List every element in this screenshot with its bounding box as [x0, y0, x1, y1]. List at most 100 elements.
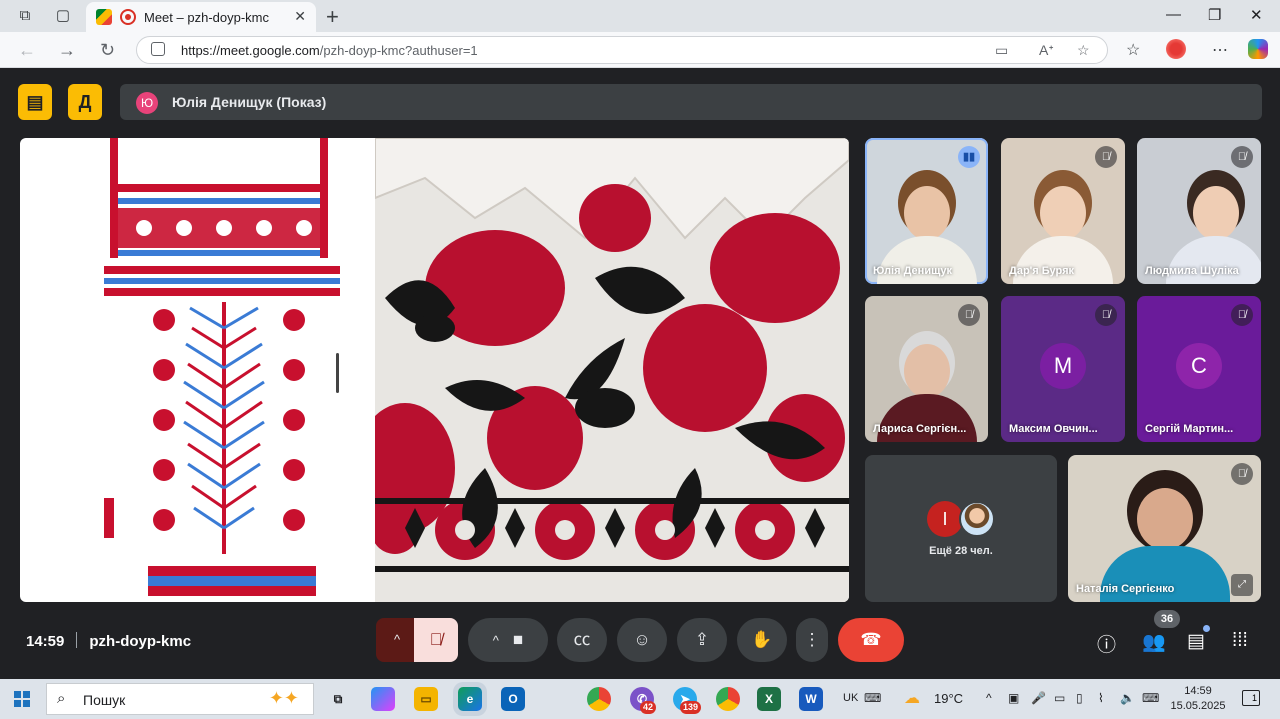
mic-off-icon: 🎙̸ [1095, 146, 1117, 168]
speaking-indicator-icon: ▮▮ [958, 146, 980, 168]
close-window-icon[interactable]: ✕ [1250, 6, 1263, 24]
mic-off-icon: 🎙̸ [1231, 304, 1253, 326]
hand-icon: ✋ [751, 630, 773, 649]
tab-title: Meet – pzh-doyp-kmc [144, 10, 269, 25]
keyboard-layout-icon[interactable]: ⌨ [1142, 691, 1159, 705]
raise-hand-button[interactable]: ✋ [737, 618, 787, 662]
participant-avatar: І [927, 501, 963, 537]
chat-icon[interactable]: ▤ [1187, 630, 1205, 653]
url-text: https://meet.google.com/pzh-doyp-kmc?aut… [181, 43, 478, 58]
more-options-button[interactable]: ⋮ [796, 618, 828, 662]
browser-tab-meet[interactable]: Meet – pzh-doyp-kmc ✕ [86, 2, 316, 32]
participant-tile[interactable]: 🎙̸ Лариса Сергієн... [865, 296, 988, 442]
language-indicator[interactable]: UK [843, 692, 858, 704]
participant-name: Максим Овчин... [1009, 423, 1098, 435]
more-participants-tile[interactable]: І Ещё 28 чел. [865, 455, 1057, 602]
system-clock[interactable]: 14:59 15.05.2025 [1170, 684, 1226, 714]
camera-button[interactable]: ^ ■ [468, 618, 548, 662]
people-icon[interactable]: 👥 [1142, 630, 1166, 654]
weather-icon[interactable]: ☁ [904, 688, 920, 708]
copilot-app-icon[interactable] [371, 687, 395, 711]
chrome-profile-icon[interactable] [716, 687, 740, 711]
leave-call-button[interactable]: ☎ [838, 618, 904, 662]
new-tab-icon[interactable]: + [326, 4, 339, 30]
workspaces-icon[interactable]: ⧉ [16, 7, 34, 25]
back-icon[interactable]: ← [18, 40, 36, 61]
scroll-indicator[interactable] [336, 353, 339, 393]
favorites-icon[interactable]: ☆ [1126, 40, 1140, 60]
keyboard-icon[interactable]: ⌨ [864, 691, 881, 705]
captions-button[interactable]: ㏄ [557, 618, 607, 662]
shared-screen [20, 138, 849, 602]
copilot-icon[interactable] [1248, 39, 1268, 59]
volume-icon[interactable]: 🔈 [1120, 691, 1135, 705]
word-icon[interactable]: W [799, 687, 823, 711]
read-aloud-icon[interactable]: Aᐩ [1039, 42, 1054, 59]
embroidery-pattern-image [104, 138, 340, 596]
close-tab-icon[interactable]: ✕ [294, 8, 306, 25]
meet-window: ▤ Д Ю Юлія Денищук (Показ) ▮▮ Юлія Денищ… [0, 69, 1280, 679]
notifications-icon[interactable]: 1 [1242, 690, 1260, 706]
recording-icon [120, 9, 136, 25]
activities-icon[interactable]: ⁞⁞⁞ [1232, 630, 1248, 652]
browser-tab-bar: ⧉ ▢ Meet – pzh-doyp-kmc ✕ + — ❐ ✕ [0, 0, 1280, 32]
search-highlight-icon: ✦✦ [268, 688, 299, 708]
file-explorer-icon[interactable]: ▭ [414, 687, 438, 711]
mic-off-icon: 🎙̸ [958, 304, 980, 326]
minimize-icon[interactable]: — [1166, 6, 1181, 23]
participant-name: Наталія Сергієнко [1076, 583, 1175, 595]
temperature[interactable]: 19°C [934, 691, 963, 706]
layout-icon[interactable]: Д [68, 84, 102, 120]
maximize-icon[interactable]: ❐ [1208, 6, 1221, 24]
tab-actions-icon[interactable]: ▢ [54, 7, 72, 25]
edge-browser-icon[interactable]: e [458, 687, 482, 711]
captions-off-icon[interactable]: ▤ [18, 84, 52, 120]
mic-off-icon: 🎙̸ [429, 630, 443, 649]
participant-tile[interactable]: 🎙̸ Наталія Сергієнко ⤢ [1068, 455, 1261, 602]
chrome-icon[interactable] [587, 687, 611, 711]
display-tray-icon[interactable]: ▭ [1054, 691, 1065, 705]
wifi-icon[interactable]: ⌇ [1098, 691, 1104, 705]
mic-off-icon: 🎙̸ [1095, 304, 1117, 326]
mic-off-icon: 🎙̸ [1231, 463, 1253, 485]
more-menu-icon[interactable]: ⋯ [1212, 40, 1228, 60]
url-field[interactable]: https://meet.google.com/pzh-doyp-kmc?aut… [136, 36, 1108, 64]
participant-tile[interactable]: С 🎙̸ Сергій Мартин... [1137, 296, 1261, 442]
pin-icon[interactable]: ⤢ [1231, 574, 1253, 596]
participant-tile[interactable]: ▮▮ Юлія Денищук [865, 138, 988, 284]
reload-icon[interactable]: ↻ [100, 40, 115, 61]
forward-icon[interactable]: → [58, 40, 76, 61]
presenter-bar: Ю Юлія Денищук (Показ) [120, 84, 1262, 120]
audio-options-button[interactable]: ^ [376, 618, 418, 662]
excel-icon[interactable]: X [757, 687, 781, 711]
participant-name: Людмила Шуліка [1145, 265, 1239, 277]
camera-tray-icon[interactable]: ▣ [1008, 691, 1019, 705]
lock-icon[interactable] [151, 42, 165, 56]
windows-start-icon[interactable] [14, 691, 30, 707]
participant-name: Юлія Денищук [873, 265, 952, 277]
mic-off-button[interactable]: 🎙̸ [414, 618, 458, 662]
outlook-icon[interactable]: O [501, 687, 525, 711]
search-icon: ⌕ [57, 690, 66, 707]
meeting-code: pzh-doyp-kmc [89, 633, 192, 650]
show-hidden-icons[interactable]: ^ [986, 691, 992, 705]
participant-tile[interactable]: 🎙̸ Дар'я Буряк [1001, 138, 1125, 284]
task-view-icon[interactable]: ⧉ [326, 687, 350, 711]
telegram-badge: 139 [680, 701, 702, 714]
hang-up-icon: ☎ [860, 630, 882, 649]
battery-icon[interactable]: ▯ [1076, 691, 1083, 705]
camera-in-use-icon[interactable]: ▭ [995, 42, 1008, 59]
present-button[interactable]: ⇪ [677, 618, 727, 662]
participant-tile[interactable]: М 🎙̸ Максим Овчин... [1001, 296, 1125, 442]
microphone-tray-icon[interactable]: 🎤 [1031, 691, 1046, 705]
taskbar-search[interactable]: ⌕ Пошук ✦✦ [46, 683, 314, 715]
meeting-details-icon[interactable]: ⓘ [1097, 630, 1116, 657]
presenter-label: Юлія Денищук (Показ) [172, 94, 327, 110]
presenter-avatar: Ю [136, 92, 158, 114]
participant-tile[interactable]: 🎙̸ Людмила Шуліка [1137, 138, 1261, 284]
reactions-button[interactable]: ☺ [617, 618, 667, 662]
profile-avatar[interactable] [1166, 39, 1186, 59]
participant-name: Дар'я Буряк [1009, 265, 1074, 277]
favorite-star-icon[interactable]: ☆ [1077, 42, 1090, 59]
participant-name: Сергій Мартин... [1145, 423, 1234, 435]
